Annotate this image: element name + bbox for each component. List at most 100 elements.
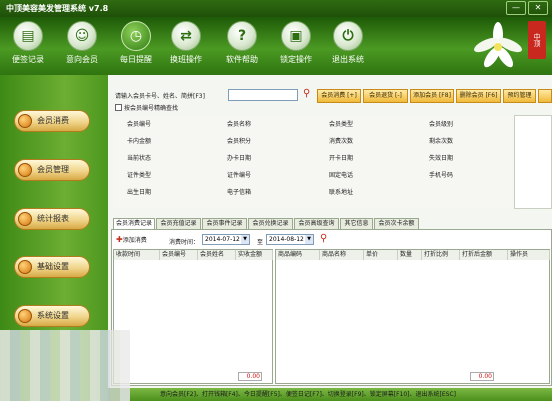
delete-member-button[interactable]: 删除会员 [F6] [456, 89, 501, 103]
tab-other-info[interactable]: 其它信息 [340, 218, 373, 229]
sidebar-item-member-management[interactable]: 会员管理 [14, 159, 90, 181]
toolbar-daily-reminder-button[interactable]: ◷ 每日提醒 [113, 21, 159, 65]
toolbar-label: 便签记录 [12, 55, 44, 64]
checkbox-label: 按会员编号精确查找 [124, 105, 179, 112]
chevron-down-icon[interactable]: ▼ [305, 235, 313, 244]
sidebar-item-label: 统计报表 [37, 214, 69, 223]
tab-consumption-records[interactable]: 会员消费记录 [113, 218, 155, 229]
appointment-button[interactable]: 预约管理 [503, 89, 536, 103]
blurred-watermark [0, 330, 130, 401]
lock-icon: ▣ [281, 21, 311, 51]
plus-icon: ✚ [116, 235, 123, 244]
column-header[interactable]: 商品名称 [320, 250, 364, 260]
main-panel: 请输入会员卡号、姓名、简拼[F3] ⚲ 按会员编号精确查找 会员消费 [+] 会… [108, 75, 552, 388]
sidebar-item-label: 基础设置 [37, 262, 69, 271]
left-total-value: 0.00 [238, 372, 262, 381]
bullet-icon [18, 163, 32, 177]
toolbar-shift-change-button[interactable]: ⇄ 换班操作 [163, 21, 209, 65]
swap-arrows-icon: ⇄ [171, 21, 201, 51]
checkbox-box[interactable] [115, 104, 122, 111]
consumption-list-grid[interactable]: 收款时间 会员编号 会员姓名 实收金额 0.00 [113, 249, 273, 384]
close-button[interactable]: ✕ [528, 1, 548, 15]
status-bar: 意向会员[F2]、打开钱箱[F4]、今日提醒[F5]、便签日记[F7]、切换登录… [130, 388, 552, 401]
tab-exchange-records[interactable]: 会员兑换记录 [248, 218, 293, 229]
field-label: 失效日期 [429, 155, 454, 162]
more-actions-button[interactable] [538, 89, 552, 103]
tab-event-records[interactable]: 会员事件记录 [202, 218, 247, 229]
chevron-down-icon[interactable]: ▼ [241, 235, 249, 244]
toolbar-note-button[interactable]: ▤ 便签记录 [5, 21, 51, 65]
toolbar-help-button[interactable]: ? 软件帮助 [219, 21, 265, 65]
search-label: 请输入会员卡号、姓名、简拼[F3] [115, 93, 205, 100]
field-label: 会员名称 [227, 121, 252, 128]
sidebar-item-system-settings[interactable]: 系统设置 [14, 305, 90, 327]
field-label: 会员类型 [329, 121, 354, 128]
toolbar-label: 每日提醒 [120, 55, 152, 64]
column-header[interactable]: 打折比例 [422, 250, 460, 260]
exact-match-checkbox[interactable]: 按会员编号精确查找 [115, 103, 178, 112]
member-search-input[interactable] [228, 89, 298, 101]
toolbar-prospect-member-button[interactable]: ☺ 意向会员 [59, 21, 105, 65]
column-header[interactable]: 操作员 [508, 250, 550, 260]
column-header[interactable]: 打折后金额 [460, 250, 508, 260]
add-consumption-button[interactable]: ✚添加消费 [116, 235, 147, 244]
bullet-icon [18, 114, 32, 128]
field-label: 证件编号 [227, 172, 252, 179]
main-toolbar: ▤ 便签记录 ☺ 意向会员 ◷ 每日提醒 ⇄ 换班操作 ? 软件帮助 ▣ 锁定操… [0, 17, 552, 75]
start-date-picker[interactable]: 2014-07-12 ▼ [202, 234, 250, 245]
sidebar-item-label: 会员消费 [37, 116, 69, 125]
column-header[interactable]: 数量 [398, 250, 422, 260]
to-label: 至 [257, 239, 264, 246]
field-label: 剩余次数 [429, 138, 454, 145]
add-member-button[interactable]: 添加会员 [F8] [410, 89, 454, 103]
column-header[interactable]: 会员姓名 [198, 250, 236, 260]
date-label: 消费时间： [169, 239, 200, 246]
date-search-icon[interactable]: ⚲ [320, 234, 331, 245]
help-icon: ? [227, 21, 257, 51]
end-date-picker[interactable]: 2014-08-12 ▼ [266, 234, 314, 245]
toolbar-label: 退出系统 [332, 55, 364, 64]
column-header[interactable]: 商品编码 [276, 250, 320, 260]
start-date-value: 2014-07-12 [205, 236, 240, 243]
search-icon[interactable]: ⚲ [303, 89, 314, 100]
sidebar-item-label: 系统设置 [37, 311, 69, 320]
column-header[interactable]: 会员编号 [160, 250, 198, 260]
bullet-icon [18, 212, 32, 226]
seal-stamp: 中顶 [528, 21, 546, 59]
tab-card-balance[interactable]: 会员次卡余额 [374, 218, 419, 229]
sidebar-item-basic-settings[interactable]: 基础设置 [14, 256, 90, 278]
toolbar-lock-button[interactable]: ▣ 锁定操作 [273, 21, 319, 65]
field-label: 会员积分 [227, 138, 252, 145]
field-label: 手机号码 [429, 172, 454, 179]
member-return-button[interactable]: 会员退货 [-] [363, 89, 408, 103]
field-label: 会员编号 [127, 121, 152, 128]
bullet-icon [18, 260, 32, 274]
member-consume-button[interactable]: 会员消费 [+] [317, 89, 361, 103]
toolbar-exit-button[interactable]: ⏻ 退出系统 [325, 21, 371, 65]
field-label: 办卡日期 [227, 155, 252, 162]
tab-recharge-records[interactable]: 会员充值记录 [156, 218, 201, 229]
alarm-clock-icon: ◷ [121, 21, 151, 51]
field-label: 出生日期 [127, 189, 152, 196]
tab-advanced-query[interactable]: 会员高级查询 [294, 218, 339, 229]
end-date-value: 2014-08-12 [269, 236, 304, 243]
sidebar-item-label: 会员管理 [37, 165, 69, 174]
title-bar: 中顶美容美发管理系统 v7.8 — ✕ [0, 0, 552, 17]
field-label: 开卡日期 [329, 155, 354, 162]
field-label: 电子信箱 [227, 189, 252, 196]
column-header[interactable]: 实收金额 [236, 250, 273, 260]
bullet-icon [18, 309, 32, 323]
add-consumption-label: 添加消费 [122, 237, 147, 244]
member-info-panel: 会员编号 会员名称 会员类型 会员级别 卡内金额 会员积分 消费次数 剩余次数 … [113, 115, 512, 209]
sidebar-item-statistics-report[interactable]: 统计报表 [14, 208, 90, 230]
field-label: 证件类型 [127, 172, 152, 179]
toolbar-label: 意向会员 [66, 55, 98, 64]
column-header[interactable]: 收款时间 [114, 250, 160, 260]
sidebar-item-member-consumption[interactable]: 会员消费 [14, 110, 90, 132]
member-photo [514, 115, 552, 209]
consumption-detail-grid[interactable]: 商品编码 商品名称 单价 数量 打折比例 打折后金额 操作员 0.00 [275, 249, 550, 384]
toolbar-label: 锁定操作 [280, 55, 312, 64]
minimize-button[interactable]: — [506, 1, 526, 15]
column-header[interactable]: 单价 [364, 250, 398, 260]
field-label: 消费次数 [329, 138, 354, 145]
